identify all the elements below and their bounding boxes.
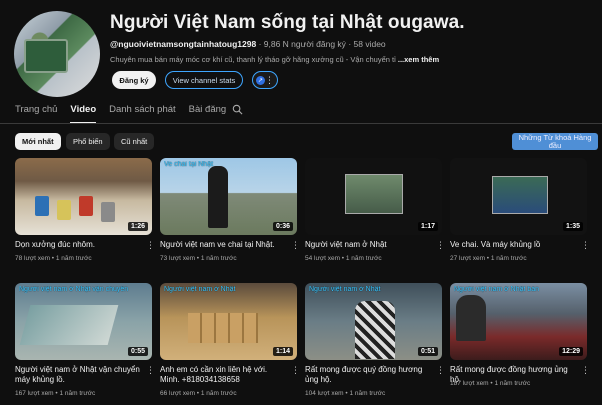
duration-badge: 1:17 xyxy=(417,222,438,231)
channel-description[interactable]: Chuyên mua bán máy móc cơ khí cũ, thanh … xyxy=(110,55,439,64)
video-meta: 73 lượt xem • 1 năm trước xyxy=(160,255,237,262)
more-vert-icon[interactable]: ⋮ xyxy=(291,241,300,250)
duration-badge: 0:51 xyxy=(417,347,438,356)
video-thumbnail[interactable]: 1:35 xyxy=(450,158,587,235)
video-meta: 104 lượt xem • 1 năm trước xyxy=(305,390,386,397)
more-vert-icon[interactable]: ⋮ xyxy=(146,241,155,250)
top-keywords-banner[interactable]: Những Từ khoá Hàng đầu xyxy=(512,133,598,150)
subscribe-button[interactable]: Đăng ký xyxy=(112,71,156,89)
view-count: 167 lượt xem xyxy=(15,390,54,397)
subscriber-count: 9,86 N người đăng ký xyxy=(263,39,346,49)
share-icon: ↗ xyxy=(256,75,265,85)
video-title[interactable]: Rất mong được quý đồng hương ủng hộ. xyxy=(305,365,430,385)
tab-posts[interactable]: Bài đăng xyxy=(189,104,227,124)
view-count: 66 lượt xem xyxy=(160,390,195,397)
upload-age: 1 năm trước xyxy=(490,255,527,262)
thumbnail-overlay-text: Người việt nam ở Nhật bán xyxy=(454,286,540,293)
upload-age: 1 năm trước xyxy=(345,255,382,262)
video-meta: 187 lượt xem • 1 năm trước xyxy=(450,380,531,387)
video-count: 58 video xyxy=(353,39,386,49)
thumbnail-overlay-text: Người việt nam ở Nhật xyxy=(164,286,236,293)
show-more-link[interactable]: ...xem thêm xyxy=(398,55,439,64)
thumbnail-overlay-text: Ve chai tại Nhật xyxy=(164,161,214,168)
video-thumbnail[interactable]: 1:26 xyxy=(15,158,152,235)
video-title[interactable]: Người việt nam ở Nhật xyxy=(305,240,430,250)
video-card[interactable]: Người việt nam ở Nhật 0:51 Rất mong được… xyxy=(305,283,445,397)
upload-age: 1 năm trước xyxy=(200,255,237,262)
video-thumbnail[interactable]: Người việt nam ở Nhật bán 12:29 xyxy=(450,283,587,360)
duration-badge: 0:36 xyxy=(272,222,293,231)
video-title[interactable]: Người việt nam ở Nhật vận chuyển máy khủ… xyxy=(15,365,140,385)
more-vert-icon[interactable]: ⋮ xyxy=(291,366,300,375)
chip-popular[interactable]: Phổ biến xyxy=(66,133,110,150)
more-vert-icon[interactable]: ⋮ xyxy=(436,366,445,375)
more-vert-icon[interactable]: ⋮ xyxy=(581,241,590,250)
duration-badge: 1:14 xyxy=(272,347,293,356)
video-thumbnail[interactable]: Ve chai tại Nhật 0:36 xyxy=(160,158,297,235)
upload-age: 1 năm trước xyxy=(55,255,92,262)
video-card[interactable]: 1:26 Dọn xưởng đúc nhôm. 78 lượt xem • 1… xyxy=(15,158,155,262)
video-card[interactable]: Người việt nam ở Nhật bán 12:29 Rất mong… xyxy=(450,283,590,387)
video-card[interactable]: Ve chai tại Nhật 0:36 Người việt nam ve … xyxy=(160,158,300,262)
more-vert-icon[interactable]: ⋮ xyxy=(146,366,155,375)
video-meta: 78 lượt xem • 1 năm trước xyxy=(15,255,92,262)
video-card[interactable]: Người việt nam ở Nhật vận chuyển 0:55 Ng… xyxy=(15,283,155,397)
channel-stats-button[interactable]: View channel stats xyxy=(165,71,243,89)
video-card[interactable]: 1:17 Người việt nam ở Nhật 54 lượt xem •… xyxy=(305,158,445,262)
view-count: 73 lượt xem xyxy=(160,255,195,262)
share-menu-button[interactable]: ↗ ⋮ xyxy=(252,71,278,89)
search-icon[interactable] xyxy=(232,104,243,115)
channel-meta: @nguoivietnamsongtainhatoug1298 · 9,86 N… xyxy=(110,39,386,49)
channel-handle: @nguoivietnamsongtainhatoug1298 xyxy=(110,39,257,49)
duration-badge: 0:55 xyxy=(127,347,148,356)
view-count: 27 lượt xem xyxy=(450,255,485,262)
video-meta: 27 lượt xem • 1 năm trước xyxy=(450,255,527,262)
tab-videos[interactable]: Video xyxy=(70,104,97,124)
description-text: Chuyên mua bán máy móc cơ khí cũ, thanh … xyxy=(110,55,396,64)
thumbnail-overlay-text: Người việt nam ở Nhật xyxy=(309,286,381,293)
channel-avatar xyxy=(14,11,100,97)
view-count: 104 lượt xem xyxy=(305,390,344,397)
upload-age: 1 năm trước xyxy=(59,390,96,397)
video-title[interactable]: Anh em có cần xin liên hệ với. Minh. +81… xyxy=(160,365,285,385)
chip-newest[interactable]: Mới nhất xyxy=(15,133,61,150)
channel-tabs: Trang chủ Video Danh sách phát Bài đăng xyxy=(15,104,239,124)
channel-title: Người Việt Nam sống tại Nhật ougawa. xyxy=(110,12,465,33)
upload-age: 1 năm trước xyxy=(494,380,531,387)
video-card[interactable]: Người việt nam ở Nhật 1:14 Anh em có cần… xyxy=(160,283,300,397)
view-count: 187 lượt xem xyxy=(450,380,489,387)
video-title[interactable]: Dọn xưởng đúc nhôm. xyxy=(15,240,140,250)
view-count: 78 lượt xem xyxy=(15,255,50,262)
video-title[interactable]: Người việt nam ve chai tại Nhật. xyxy=(160,240,285,250)
video-thumbnail[interactable]: 1:17 xyxy=(305,158,442,235)
video-thumbnail[interactable]: Người việt nam ở Nhật vận chuyển 0:55 xyxy=(15,283,152,360)
chip-oldest[interactable]: Cũ nhất xyxy=(114,133,155,150)
duration-badge: 1:26 xyxy=(127,222,148,231)
tabs-divider xyxy=(0,123,602,124)
upload-age: 1 năm trước xyxy=(349,390,386,397)
view-count: 54 lượt xem xyxy=(305,255,340,262)
tab-home[interactable]: Trang chủ xyxy=(15,104,57,124)
video-meta: 167 lượt xem • 1 năm trước xyxy=(15,390,96,397)
video-meta: 66 lượt xem • 1 năm trước xyxy=(160,390,237,397)
video-title[interactable]: Ve chai. Và máy khủng lồ xyxy=(450,240,575,250)
video-card[interactable]: 1:35 Ve chai. Và máy khủng lồ 27 lượt xe… xyxy=(450,158,590,262)
duration-badge: 1:35 xyxy=(562,222,583,231)
more-vert-icon[interactable]: ⋮ xyxy=(581,366,590,375)
thumbnail-overlay-text: Người việt nam ở Nhật vận chuyển xyxy=(19,286,129,293)
more-vert-icon: ⋮ xyxy=(265,74,274,85)
upload-age: 1 năm trước xyxy=(200,390,237,397)
video-thumbnail[interactable]: Người việt nam ở Nhật 1:14 xyxy=(160,283,297,360)
video-thumbnail[interactable]: Người việt nam ở Nhật 0:51 xyxy=(305,283,442,360)
tab-playlists[interactable]: Danh sách phát xyxy=(109,104,176,124)
video-meta: 54 lượt xem • 1 năm trước xyxy=(305,255,382,262)
duration-badge: 12:29 xyxy=(559,347,583,356)
more-vert-icon[interactable]: ⋮ xyxy=(436,241,445,250)
